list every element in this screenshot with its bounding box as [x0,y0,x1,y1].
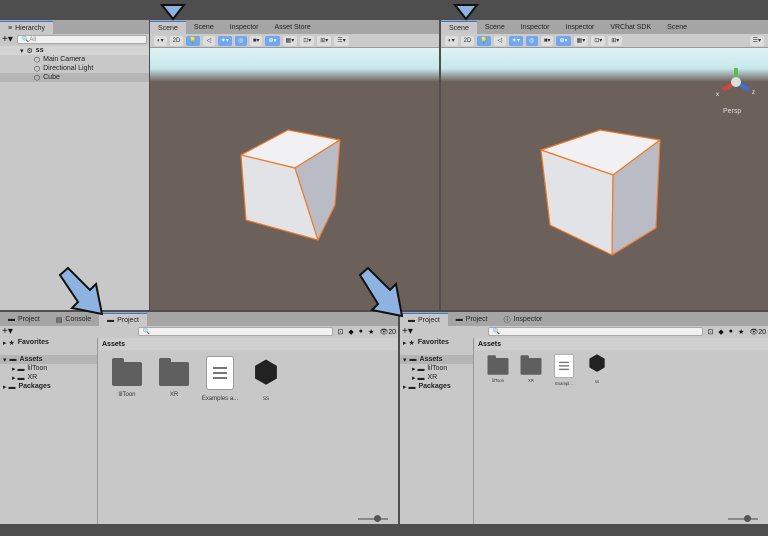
arrow-diagonal-icon [58,266,104,316]
annotation-arrows [58,4,480,318]
arrow-down-icon [159,4,187,21]
arrow-down-icon [452,4,480,21]
arrow-diagonal-icon [358,266,404,318]
